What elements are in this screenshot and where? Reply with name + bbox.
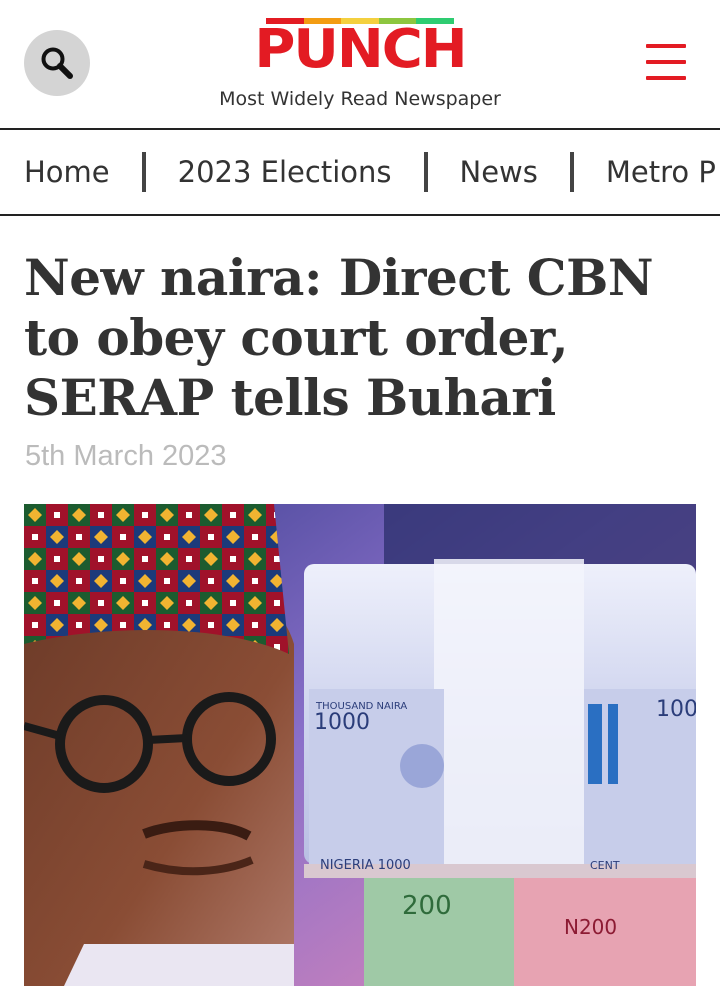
banknote-text-200: 200	[402, 891, 452, 921]
article-headline: New naira: Direct CBN to obey court orde…	[24, 248, 654, 427]
banknote-text-thousand-naira: THOUSAND NAIRA	[315, 701, 407, 712]
article-date: 5th March 2023	[25, 440, 227, 472]
nav-divider	[569, 152, 574, 192]
main-nav: Home 2023 Elections News Metro P	[0, 128, 720, 216]
article-hero-image[interactable]: 1000 THOUSAND NAIRA NIGERIA 1000 1000 CE…	[24, 504, 696, 986]
site-logo[interactable]: PUNCH Most Widely Read Newspaper	[0, 18, 720, 110]
hero-illustration: 1000 THOUSAND NAIRA NIGERIA 1000 1000 CE…	[24, 504, 696, 986]
banknote-text-1000-b: 1000	[656, 697, 696, 722]
nav-divider	[141, 152, 146, 192]
nav-item-home[interactable]: Home	[24, 155, 110, 189]
banknote-text-cent: CENT	[590, 859, 620, 872]
banknote-text-n200: N200	[564, 915, 617, 939]
nav-item-2023-elections[interactable]: 2023 Elections	[178, 155, 392, 189]
tagline: Most Widely Read Newspaper	[219, 88, 501, 110]
banknote-text-1000-a: 1000	[314, 710, 370, 735]
logo-text: PUNCH	[254, 18, 467, 81]
nav-item-metro[interactable]: Metro P	[606, 155, 716, 189]
nav-divider	[423, 152, 428, 192]
hamburger-menu-icon[interactable]	[646, 44, 686, 80]
person-portrait	[24, 504, 294, 986]
site-header: PUNCH Most Widely Read Newspaper	[0, 0, 720, 128]
nav-item-news[interactable]: News	[460, 155, 538, 189]
banknote-text-nigeria-1000: NIGERIA 1000	[320, 858, 411, 873]
